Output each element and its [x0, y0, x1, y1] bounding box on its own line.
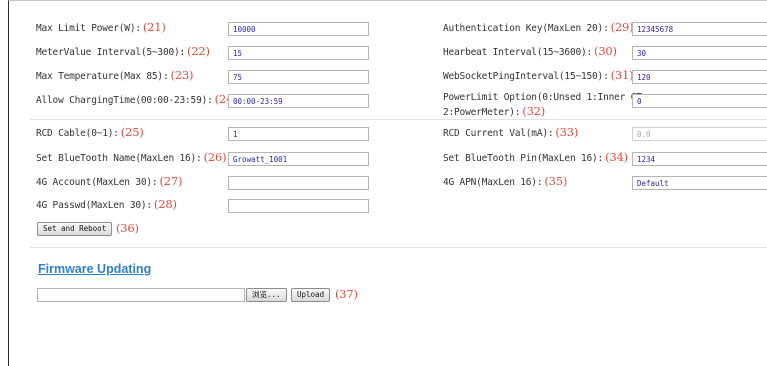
4g-apn-label: 4G APN(MaxLen 16): (35)	[443, 174, 568, 188]
max-limit-power-input[interactable]: 10000	[228, 22, 369, 36]
4g-passwd-input[interactable]	[228, 199, 369, 213]
metervalue-interval-input[interactable]: 15	[228, 46, 369, 60]
callout-number: (35)	[544, 174, 568, 188]
powerlimit-option-label-line2: 2:PowerMeter): (32)	[443, 104, 546, 118]
allow-charging-time-label: Allow ChargingTime(00:00-23:59): (24)	[36, 92, 238, 106]
set-and-reboot-callout: (36)	[116, 221, 139, 235]
authentication-key-input[interactable]: 12345678	[632, 22, 767, 36]
callout-number: (33)	[555, 125, 579, 139]
bluetooth-pin-label: Set BlueTooth Pin(MaxLen 16): (34)	[443, 150, 628, 164]
rcd-current-val-label: RCD Current Val(mA): (33)	[443, 125, 579, 139]
4g-passwd-label: 4G Passwd(MaxLen 30): (28)	[36, 197, 177, 211]
callout-number: (31)	[610, 68, 634, 82]
callout-number: (30)	[594, 44, 617, 58]
rcd-cable-input[interactable]: 1	[228, 127, 369, 141]
4g-account-label: 4G Account(MaxLen 30): (27)	[36, 174, 183, 188]
callout-number: (27)	[159, 174, 183, 188]
rcd-cable-label: RCD Cable(0~1): (25)	[36, 125, 144, 139]
allow-charging-time-input[interactable]: 00:00-23:59	[228, 94, 369, 108]
callout-number: (34)	[605, 150, 628, 164]
callout-number: (32)	[522, 104, 546, 118]
callout-number: (22)	[187, 44, 210, 58]
callout-number: (29)	[610, 20, 634, 34]
callout-number: (28)	[153, 197, 177, 211]
divider	[30, 247, 767, 248]
websocket-ping-interval-input[interactable]: 120	[632, 70, 767, 84]
authentication-key-label: Authentication Key(MaxLen 20): (29)	[443, 20, 634, 34]
websocket-ping-interval-label: WebSocketPingInterval(15~150): (31)	[443, 68, 634, 82]
divider	[30, 119, 767, 120]
max-limit-power-label: Max Limit Power(W): (21)	[36, 20, 166, 34]
heartbeat-interval-input[interactable]: 30	[632, 46, 767, 60]
firmware-file-path-input[interactable]	[37, 288, 245, 302]
callout-number: (26)	[203, 150, 227, 164]
bluetooth-pin-input[interactable]: 1234	[632, 152, 767, 166]
max-temperature-label: Max Temperature(Max 85): (23)	[36, 68, 194, 82]
4g-account-input[interactable]	[228, 176, 369, 190]
4g-apn-select[interactable]: Default	[632, 176, 767, 190]
upload-button[interactable]: Upload	[291, 288, 331, 302]
callout-number: (25)	[120, 125, 144, 139]
upload-callout: (37)	[335, 287, 358, 301]
max-temperature-input[interactable]: 75	[228, 70, 369, 84]
callout-number: (21)	[142, 20, 166, 34]
heartbeat-interval-label: Hearbeat Interval(15~3600): (30)	[443, 44, 617, 58]
callout-number: (23)	[170, 68, 194, 82]
powerlimit-option-label: PowerLimit Option(0:Unsed 1:Inner CT	[443, 92, 642, 103]
set-and-reboot-button[interactable]: Set and Reboot	[37, 222, 113, 236]
rcd-current-val-input: 0.0	[632, 127, 767, 141]
metervalue-interval-label: MeterValue Interval(5~300): (22)	[36, 44, 210, 58]
firmware-updating-heading: Firmware Updating	[38, 262, 152, 276]
browse-button[interactable]: 浏览...	[246, 288, 287, 302]
bluetooth-name-input[interactable]: Growatt_1001	[228, 152, 369, 166]
powerlimit-option-input[interactable]: 0	[632, 94, 767, 108]
bluetooth-name-label: Set BlueTooth Name(MaxLen 16): (26)	[36, 150, 227, 164]
